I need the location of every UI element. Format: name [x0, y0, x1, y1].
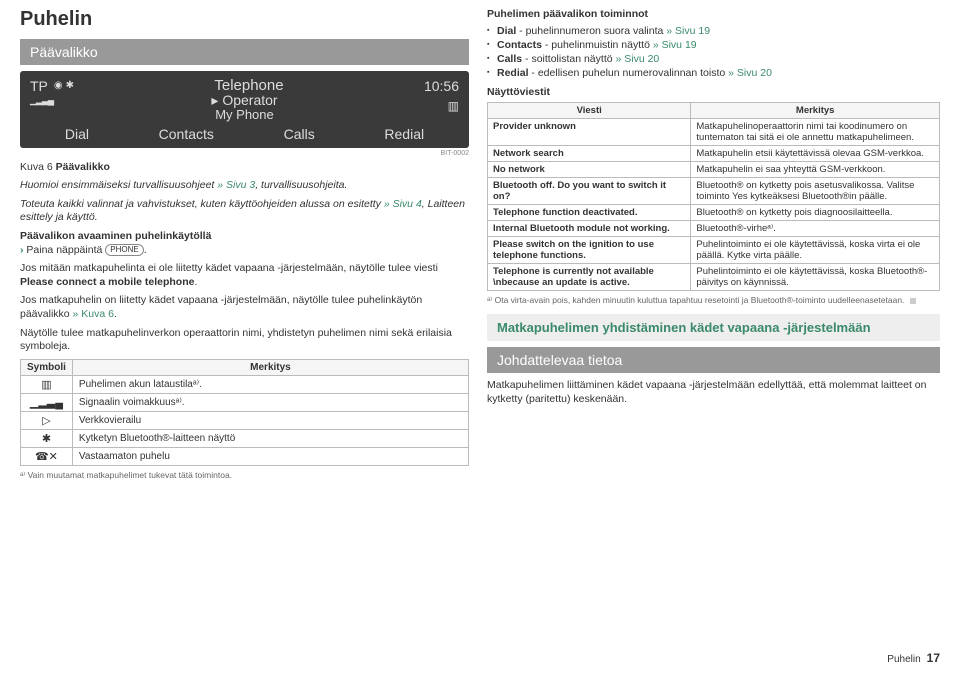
table-row: Network searchMatkapuhelin etsii käytett… — [488, 145, 940, 161]
page-title: Puhelin — [20, 8, 469, 31]
link-page-4[interactable]: » Sivu 4 — [381, 198, 422, 210]
table-row: Please switch on the ignition to use tel… — [488, 236, 940, 263]
page-content: Puhelin Päävalikko TP ◉ ✱ Telephone 10:5… — [0, 0, 960, 481]
para-6: Näytölle tulee matkapuhelinverkon operaa… — [20, 327, 469, 354]
link-page-3[interactable]: » Sivu 3 — [214, 179, 255, 191]
right-column: Puhelimen päävalikon toiminnot Dial - pu… — [487, 8, 940, 481]
link-figure-6[interactable]: » Kuva 6 — [70, 308, 114, 320]
menu-row: Dial Contacts Calls Redial — [30, 126, 459, 142]
bluetooth-icon: ✱ — [66, 80, 74, 91]
link-page-19b[interactable]: » Sivu 19 — [650, 39, 697, 51]
section-bar-main: Päävalikko — [20, 39, 469, 65]
list-item: Redial - edellisen puhelun numerovalinna… — [487, 66, 940, 80]
page-footer: Puhelin17 — [887, 651, 940, 665]
clock: 10:56 — [424, 78, 459, 94]
footnote-left: ᵃ⁾ Vain muutamat matkapuhelimet tukevat … — [20, 470, 469, 481]
signal-symbol-icon: ▁▂▃▄ — [21, 394, 73, 412]
functions-list: Dial - puhelinnumeron suora valinta » Si… — [487, 24, 940, 81]
table-row: Telephone is currently not available \nb… — [488, 263, 940, 290]
bt-symbol-icon: ✱ — [21, 430, 73, 448]
table-row: Provider unknownMatkapuhelinoperaattorin… — [488, 118, 940, 145]
th-symbol: Symboli — [21, 360, 73, 376]
table-row: ▷Verkkovierailu — [21, 412, 469, 430]
list-item: Contacts - puhelinmuistin näyttö » Sivu … — [487, 38, 940, 52]
head-functions: Puhelimen päävalikon toiminnot — [487, 8, 940, 22]
table-row: No networkMatkapuhelin ei saa yhteyttä G… — [488, 161, 940, 177]
symbols-table: SymboliMerkitys ▥Puhelimen akun latausti… — [20, 359, 469, 466]
head-messages: Näyttöviestit — [487, 86, 940, 100]
circle-icon: ◉ — [54, 80, 63, 91]
left-column: Puhelin Päävalikko TP ◉ ✱ Telephone 10:5… — [20, 8, 469, 481]
link-page-19a[interactable]: » Sivu 19 — [663, 25, 710, 37]
link-page-20a[interactable]: » Sivu 20 — [613, 53, 660, 65]
phone-name: My Phone — [30, 107, 459, 122]
para-4: Jos mitään matkapuhelinta ei ole liitett… — [20, 262, 469, 289]
image-code: BIT-0002 — [20, 150, 469, 157]
device-screenshot: TP ◉ ✱ Telephone 10:56 ▁▂▃▄ ▥ ▸ Operator… — [20, 71, 469, 148]
table-row: Bluetooth off. Do you want to switch it … — [488, 177, 940, 204]
menu-redial[interactable]: Redial — [384, 126, 424, 142]
table-row: Internal Bluetooth module not working.Bl… — [488, 220, 940, 236]
section-heading: Matkapuhelimen yhdistäminen kädet vapaan… — [487, 314, 940, 341]
th-meaning: Merkitys — [72, 360, 468, 376]
menu-dial[interactable]: Dial — [65, 126, 89, 142]
footnote-right: ᵃ⁾ Ota virta-avain pois, kahden minuutin… — [487, 295, 940, 306]
para-3: Päävalikon avaaminen puhelinkäytöllä Pai… — [20, 230, 469, 257]
table-row: ▥Puhelimen akun lataustilaᵃ⁾. — [21, 376, 469, 394]
page-number: 17 — [927, 651, 940, 665]
table-row: Telephone function deactivated.Bluetooth… — [488, 204, 940, 220]
battery-icon: ▥ — [448, 99, 459, 113]
menu-calls[interactable]: Calls — [284, 126, 315, 142]
messages-table: ViestiMerkitys Provider unknownMatkapuhe… — [487, 102, 940, 291]
table-row: ✱Kytketyn Bluetooth®-laitteen näyttö — [21, 430, 469, 448]
battery-symbol-icon: ▥ — [21, 376, 73, 394]
para-1: Huomioi ensimmäiseksi turvallisuusohjeet… — [20, 179, 469, 193]
table-row: ▁▂▃▄Signaalin voimakkuusᵃ⁾. — [21, 394, 469, 412]
section-bar-2: Johdattelevaa tietoa — [487, 347, 940, 373]
phone-key: PHONE — [105, 244, 143, 256]
para-5: Jos matkapuhelin on liitetty kädet vapaa… — [20, 294, 469, 321]
tp-indicator: TP — [30, 78, 48, 94]
link-page-20b[interactable]: » Sivu 20 — [725, 67, 772, 79]
th-message: Viesti — [488, 102, 691, 118]
th-meaning2: Merkitys — [691, 102, 940, 118]
signal-icon: ▁▂▃▄ — [30, 95, 53, 106]
para-last: Matkapuhelimen liittäminen kädet vapaana… — [487, 379, 940, 406]
missed-call-icon: ☎✕ — [21, 448, 73, 466]
list-item: Calls - soittolistan näyttö » Sivu 20 — [487, 52, 940, 66]
figure-caption: Kuva 6 Päävalikko — [20, 161, 469, 173]
menu-contacts[interactable]: Contacts — [159, 126, 214, 142]
table-row: ☎✕Vastaamaton puhelu — [21, 448, 469, 466]
list-item: Dial - puhelinnumeron suora valinta » Si… — [487, 24, 940, 38]
end-marker-icon — [910, 298, 916, 304]
roaming-symbol-icon: ▷ — [21, 412, 73, 430]
status-icons-left: ◉ ✱ — [54, 80, 74, 91]
para-2: Toteuta kaikki valinnat ja vahvistukset,… — [20, 198, 469, 225]
